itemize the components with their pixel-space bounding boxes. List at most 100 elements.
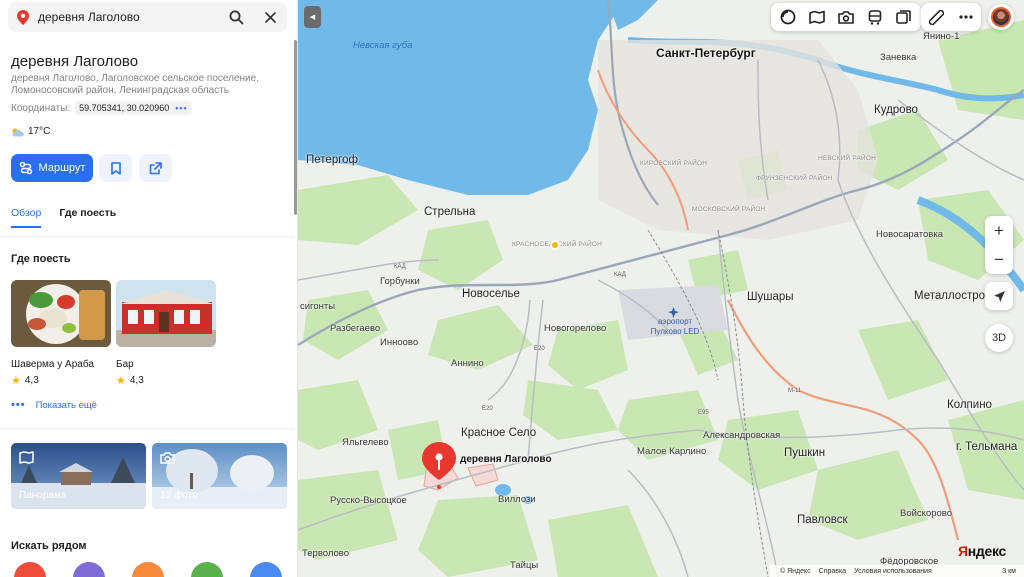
food-name-bar[interactable]: Бар xyxy=(116,359,134,370)
nearby-category-icon[interactable] xyxy=(14,562,46,577)
coordinates-value[interactable]: 59.705341, 30.020960 ••• xyxy=(75,101,192,115)
more-dots-icon[interactable]: ••• xyxy=(175,103,187,113)
panorama-label: Панорама xyxy=(19,490,67,501)
share-icon xyxy=(149,161,162,174)
poi-marker-icon[interactable] xyxy=(550,240,560,250)
map-label-telmana: г. Тельмана xyxy=(956,441,1018,453)
route-button[interactable]: Маршрут xyxy=(11,154,93,182)
photos-card[interactable]: 13 фото xyxy=(152,443,287,509)
map-layers-toolbar xyxy=(771,3,921,31)
map-canvas[interactable] xyxy=(298,0,1024,577)
search-icon[interactable] xyxy=(219,2,253,32)
place-tabs: Обзор Где поесть xyxy=(11,207,116,228)
weather-icon xyxy=(12,127,24,136)
coordinates-label: Координаты: xyxy=(11,102,71,114)
collapse-sidebar-button[interactable]: ◀ xyxy=(304,6,321,28)
nearby-category-icon[interactable] xyxy=(250,562,282,577)
map-label-kolpino: Колпино xyxy=(947,399,992,411)
map-label-shushary: Шушары xyxy=(747,291,794,303)
map-label-gorbunki: Горбунки xyxy=(380,276,420,287)
tab-where-to-eat[interactable]: Где поесть xyxy=(59,207,116,228)
map-label-pushkin: Пушкин xyxy=(784,447,826,459)
map-label-krasnoe-selo: Красное Село xyxy=(461,427,537,439)
map-label-novosaratovka: Новосаратовка xyxy=(876,229,943,240)
nearby-category-icon[interactable] xyxy=(191,562,223,577)
more-dots-icon: ••• xyxy=(11,399,26,411)
traffic-layer-icon[interactable] xyxy=(891,4,917,30)
camera-icon[interactable] xyxy=(833,4,859,30)
search-input[interactable]: деревня Лаголово xyxy=(38,10,219,24)
my-location-button[interactable] xyxy=(985,282,1013,310)
user-avatar[interactable] xyxy=(988,4,1014,30)
map-label-metallostroy: Металлострой xyxy=(914,290,992,302)
route-icon xyxy=(19,161,32,175)
bookmark-button[interactable] xyxy=(99,154,132,182)
map-label-strelna: Стрельна xyxy=(424,206,476,218)
food-photo-shawarma[interactable] xyxy=(11,280,111,347)
road-label: КАД xyxy=(614,272,626,278)
weather-temp: 17°C xyxy=(28,126,51,137)
map-label-peterhof: Петергоф xyxy=(306,154,359,166)
zoom-out-button[interactable]: − xyxy=(985,245,1013,274)
3d-button[interactable]: 3D xyxy=(985,324,1013,352)
show-more-button[interactable]: ••• Показать ещё xyxy=(11,399,97,411)
ruler-icon[interactable] xyxy=(923,4,949,30)
map[interactable]: Невская губа Санкт-Петербург Петергоф Ст… xyxy=(298,0,1024,577)
yandex-logo-letter: Я xyxy=(958,543,968,559)
food-name-shawarma[interactable]: Шаверма у Араба xyxy=(11,359,94,370)
terms-link[interactable]: Условия использования xyxy=(854,568,932,575)
help-link[interactable]: Справка xyxy=(819,568,846,575)
road-label: КАД xyxy=(394,264,406,270)
place-title: деревня Лаголово xyxy=(11,53,139,70)
map-label-innolovo: Инноово xyxy=(380,337,419,348)
star-icon: ★ xyxy=(116,375,126,387)
panorama-icon xyxy=(19,451,34,469)
zoom-in-button[interactable]: + xyxy=(985,216,1013,245)
copyright-link[interactable]: © Яндекс xyxy=(780,568,811,575)
coordinates-text: 59.705341, 30.020960 xyxy=(79,103,170,113)
map-label-pavlovsk: Павловск xyxy=(797,514,848,526)
map-label-novoselye: Новоселье xyxy=(462,288,520,300)
place-address: деревня Лаголово, Лаголовское сельское п… xyxy=(11,73,259,96)
panorama-card[interactable]: Панорама xyxy=(11,443,146,509)
tab-overview[interactable]: Обзор xyxy=(11,207,42,228)
map-label-yanino: Янино-1 xyxy=(923,31,960,42)
transport-icon[interactable] xyxy=(862,4,888,30)
place-marker-icon[interactable] xyxy=(422,442,456,495)
close-icon[interactable] xyxy=(253,2,287,32)
nearby-category-icon[interactable] xyxy=(73,562,105,577)
map-label-tervolovo: Терволово xyxy=(302,548,350,559)
district-label: НЕВСКИЙ РАЙОН xyxy=(818,155,877,162)
map-label-yalgelevo: Яльгелево xyxy=(342,437,389,448)
search-box[interactable]: деревня Лаголово xyxy=(8,2,287,32)
map-label-voyskorovo: Войскорово xyxy=(900,508,953,519)
more-menu-icon[interactable] xyxy=(953,4,979,30)
road-label: E95 xyxy=(698,410,709,416)
map-label-neva-bay: Невская губа xyxy=(353,40,413,51)
map-label-novogorelovo: Новогорелово xyxy=(544,323,607,334)
district-label: ФРУНЗЕНСКИЙ РАЙОН xyxy=(756,175,833,182)
place-marker-label: деревня Лаголово xyxy=(460,454,552,465)
layers-icon[interactable] xyxy=(775,4,801,30)
star-icon: ★ xyxy=(11,375,21,387)
food-photo-bar[interactable] xyxy=(116,280,216,347)
divider xyxy=(0,236,294,237)
scale-label: 3 км xyxy=(1002,567,1016,575)
airport-label: аэропорт Пулково LED xyxy=(650,317,700,336)
map-footer: © Яндекс Справка Условия использования 3… xyxy=(770,565,1024,577)
map-tools-toolbar xyxy=(921,3,981,31)
road-label: M-11 xyxy=(788,388,802,394)
bookmark-icon xyxy=(110,161,121,175)
share-button[interactable] xyxy=(139,154,172,182)
panorama-icon[interactable] xyxy=(804,4,830,30)
show-more-label: Показать ещё xyxy=(35,399,97,411)
map-label-zanevka: Заневка xyxy=(880,52,917,63)
route-button-label: Маршрут xyxy=(38,162,86,174)
road-label: E20 xyxy=(534,346,545,352)
nearby-category-icon[interactable] xyxy=(132,562,164,577)
search-nearby-title: Искать рядом xyxy=(11,540,87,552)
location-pin-icon xyxy=(8,9,38,25)
coordinates-row: Координаты: 59.705341, 30.020960 ••• xyxy=(11,101,192,115)
map-label-sigonty: сигонты xyxy=(300,301,336,312)
scrollbar[interactable] xyxy=(294,40,297,215)
